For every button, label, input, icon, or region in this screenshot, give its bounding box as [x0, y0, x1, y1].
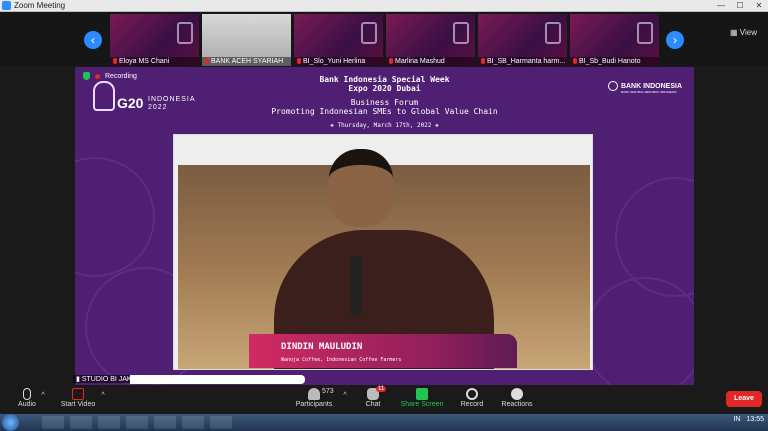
view-button[interactable]: ▦ View	[730, 28, 757, 37]
muted-mic-icon	[389, 58, 393, 65]
speaker-name: DINDIN MAULUDIN	[281, 342, 363, 352]
app-taskbar-icon[interactable]	[210, 416, 232, 429]
decorative-pattern	[585, 277, 694, 385]
expo-logo-icon	[361, 22, 377, 44]
expo-logo-icon	[453, 22, 469, 44]
microphone-icon	[350, 256, 362, 316]
participant-name: BI_SB_Harmanta harm...	[487, 58, 566, 65]
speaker-head	[329, 149, 393, 227]
participant-thumb[interactable]: BI_Sb_Budi Hanoto	[570, 14, 659, 66]
participant-name: Eloya MS Chani	[119, 58, 170, 65]
caption-bar	[130, 375, 305, 384]
app-taskbar-icon[interactable]	[98, 416, 120, 429]
firefox-taskbar-icon[interactable]	[154, 416, 176, 429]
participant-name: BI_Slo_Yuni Herlina	[303, 58, 366, 65]
participant-thumb[interactable]: Eloya MS Chani	[110, 14, 199, 66]
participant-name: BANK ACEH SYARIAH	[211, 58, 284, 65]
participants-count: 573	[322, 388, 334, 395]
window-titlebar: Zoom Meeting — ☐ ✕	[0, 0, 768, 12]
signal-bars-icon: ▮	[76, 376, 80, 383]
windows-taskbar: IN 13:55	[0, 414, 768, 431]
start-button[interactable]	[2, 414, 19, 431]
expo-logo-icon	[545, 22, 561, 44]
meeting-controls: Audio ^ Start Video ^ Participants 573 ^…	[0, 386, 768, 414]
leave-button[interactable]: Leave	[726, 391, 762, 407]
muted-mic-icon	[113, 58, 117, 65]
minimize-icon[interactable]: —	[712, 0, 730, 12]
muted-mic-icon	[573, 58, 577, 65]
participant-thumb[interactable]: BI_SB_Harmanta harm...	[478, 14, 567, 66]
video-off-icon	[72, 388, 84, 400]
event-title: Bank Indonesia Special Week Expo 2020 Du…	[319, 75, 450, 93]
chat-button[interactable]: Chat 11	[360, 386, 387, 408]
participants-options-chevron-icon[interactable]: ^	[340, 392, 350, 399]
zoom-app-icon	[2, 1, 11, 10]
start-video-button[interactable]: Start Video	[58, 386, 98, 408]
participant-thumb[interactable]: BI_Slo_Yuni Herlina	[294, 14, 383, 66]
opera-taskbar-icon[interactable]	[70, 416, 92, 429]
speaker-role: Wanoja Coffee, Indonesian Coffee Farmers	[281, 357, 402, 363]
chat-badge: 11	[376, 386, 387, 392]
system-tray: IN 13:55	[733, 416, 764, 423]
maximize-icon[interactable]: ☐	[731, 0, 749, 12]
gallery-next-button[interactable]: ›	[666, 31, 684, 49]
share-screen-icon	[416, 388, 428, 400]
clock[interactable]: 13:55	[746, 416, 764, 423]
speaker-video: DINDIN MAULUDIN Wanoja Coffee, Indonesia…	[173, 134, 593, 370]
word-taskbar-icon[interactable]	[126, 416, 148, 429]
muted-mic-icon	[481, 58, 485, 65]
record-button[interactable]: Record	[458, 386, 486, 408]
record-icon	[466, 388, 478, 400]
audio-options-chevron-icon[interactable]: ^	[38, 392, 48, 399]
participant-name: BI_Sb_Budi Hanoto	[579, 58, 641, 65]
shared-video-stage: Recording G20 INDONESIA 2022 BANK INDONES…	[75, 67, 694, 385]
video-options-chevron-icon[interactable]: ^	[98, 392, 108, 399]
event-date: ❖ Thursday, March 17th, 2022 ❖	[330, 122, 439, 129]
zoom-taskbar-icon[interactable]	[182, 416, 204, 429]
share-screen-button[interactable]: Share Screen	[400, 386, 444, 408]
expo-logo-icon	[177, 22, 193, 44]
gallery-strip: ‹ Eloya MS Chani BANK ACEH SYARIAH BI_Sl…	[0, 12, 768, 66]
window-title: Zoom Meeting	[14, 1, 66, 10]
participants-icon	[308, 388, 320, 400]
reactions-button[interactable]: Reactions	[500, 386, 534, 408]
forum-title: Business Forum Promoting Indonesian SMEs…	[271, 98, 498, 116]
expo-logo-icon	[637, 22, 653, 44]
explorer-taskbar-icon[interactable]	[42, 416, 64, 429]
microphone-icon	[23, 388, 31, 400]
input-language[interactable]: IN	[733, 416, 740, 423]
muted-mic-icon	[297, 58, 301, 65]
participant-thumb[interactable]: Marlina Mashud	[386, 14, 475, 66]
smiley-icon	[511, 388, 523, 400]
speaker-lower-third: DINDIN MAULUDIN Wanoja Coffee, Indonesia…	[249, 334, 517, 368]
participant-thumb[interactable]: BANK ACEH SYARIAH	[202, 14, 291, 66]
muted-mic-icon	[205, 58, 209, 65]
decorative-pattern	[75, 157, 155, 277]
gallery-prev-button[interactable]: ‹	[84, 31, 102, 49]
close-icon[interactable]: ✕	[750, 0, 768, 12]
participant-name: Marlina Mashud	[395, 58, 445, 65]
